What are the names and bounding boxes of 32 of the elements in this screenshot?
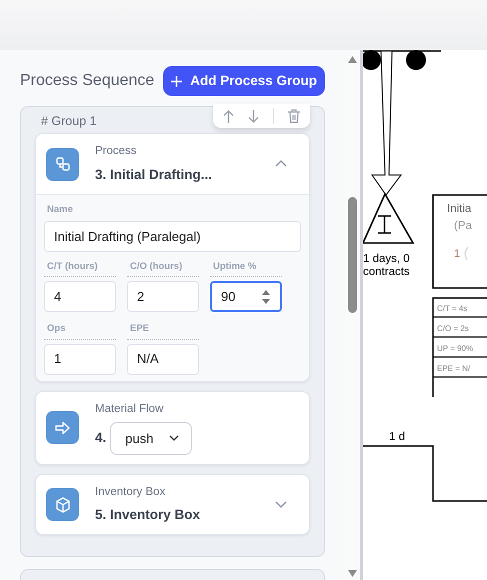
field-label: Name: [47, 202, 74, 217]
item-number: 4.: [95, 429, 106, 448]
name-field[interactable]: Initial Drafting (Paralegal): [44, 221, 301, 252]
number-field[interactable]: 90: [210, 281, 282, 312]
data-row-text: UP = 90%: [437, 344, 474, 353]
field-label: C/T (hours): [44, 260, 116, 278]
number-field[interactable]: 1: [44, 344, 116, 374]
number-field[interactable]: N/A: [127, 344, 199, 374]
number-field[interactable]: 4: [44, 281, 116, 312]
group-title: # Group 1: [41, 113, 97, 130]
add-group-button[interactable]: Add Process Group: [163, 66, 325, 96]
flow-type-select[interactable]: push: [110, 422, 192, 455]
item-type: Process: [95, 144, 138, 160]
field-label: Ops: [44, 322, 116, 340]
timeline-label: 1 d: [389, 431, 405, 443]
item-title: 3. Initial Drafting...: [95, 166, 214, 184]
inventory-label: 1 days, 0: [363, 253, 410, 265]
number-field[interactable]: 2: [127, 281, 199, 312]
field-label: Uptime %: [210, 260, 282, 278]
operator-count: 1: [454, 248, 460, 260]
item-type: Material Flow: [95, 402, 164, 416]
process-title: (Pa: [454, 220, 472, 232]
data-row-text: C/T = 4s: [437, 304, 468, 313]
inventory-label: contracts: [363, 266, 410, 278]
panel-title: Process Sequence: [20, 71, 154, 92]
data-row-text: EPE = N/: [437, 364, 470, 373]
item-type: Inventory Box: [95, 484, 166, 500]
process-title: Initia: [447, 203, 472, 215]
field-label: EPE: [127, 322, 199, 340]
item-title: 5. Inventory Box: [95, 506, 202, 524]
data-row-text: C/O = 2s: [437, 324, 469, 333]
field-label: C/O (hours): [127, 260, 199, 278]
